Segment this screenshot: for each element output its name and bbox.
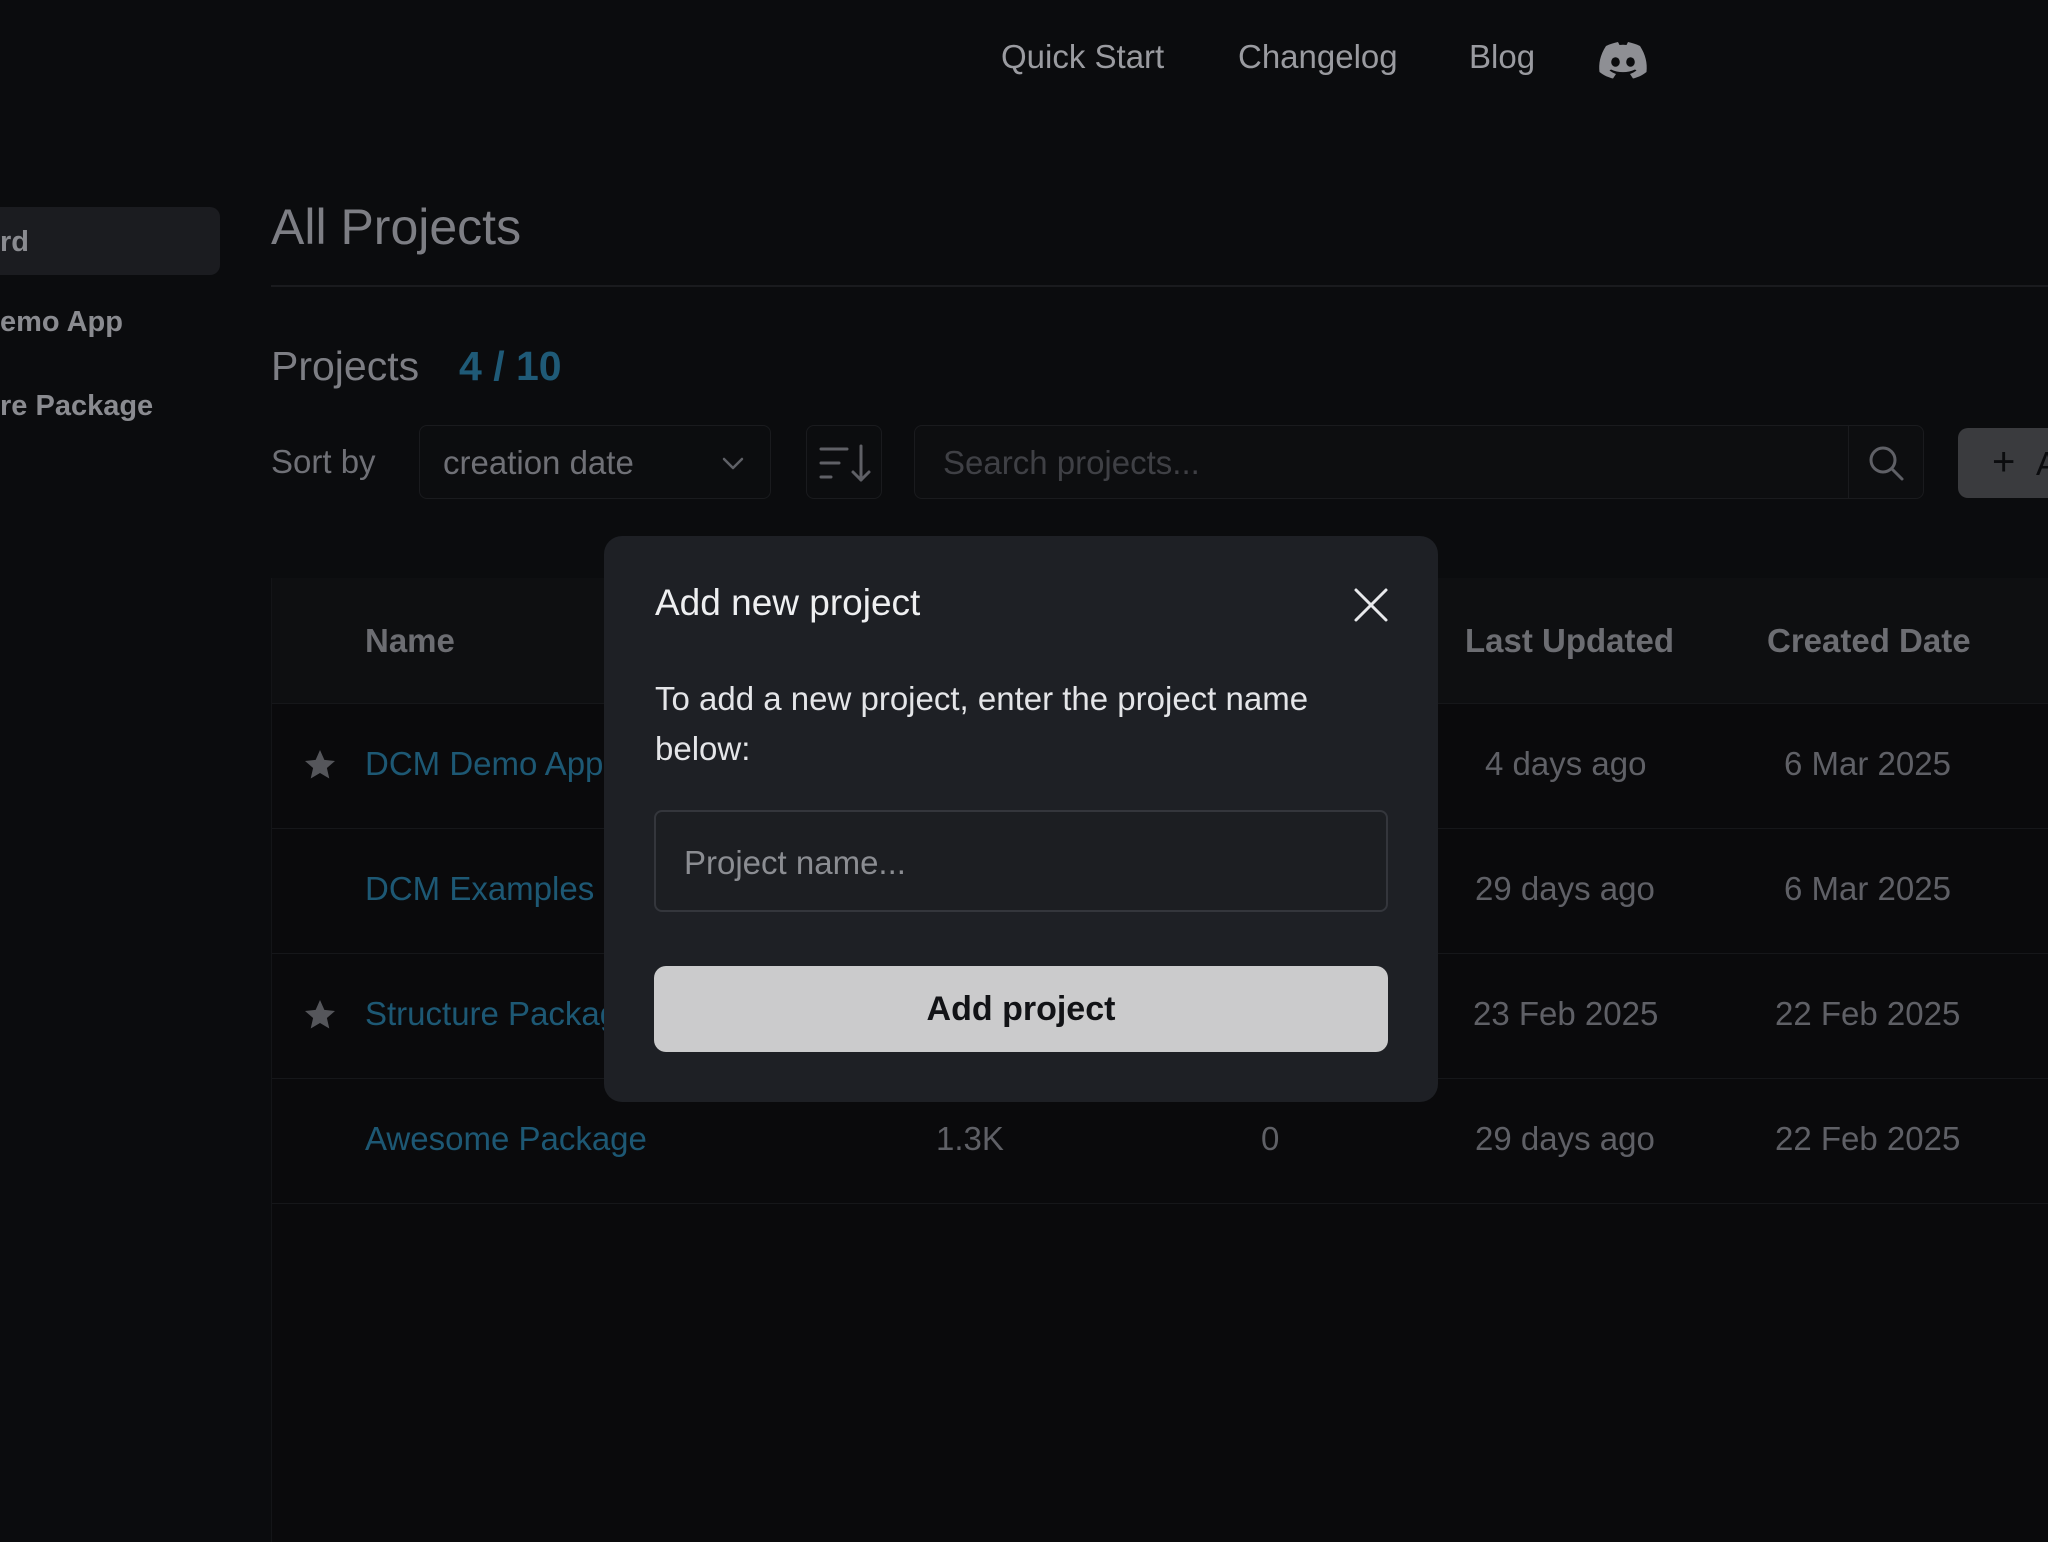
nav-link-changelog[interactable]: Changelog bbox=[1238, 38, 1398, 76]
created-date-cell: 6 Mar 2025 bbox=[1784, 870, 1951, 907]
last-updated-cell: 4 days ago bbox=[1485, 745, 1647, 782]
column-header-name[interactable]: Name bbox=[365, 622, 455, 660]
project-name-input[interactable] bbox=[682, 834, 1366, 892]
sort-descending-icon bbox=[819, 444, 871, 482]
modal-title: Add new project bbox=[655, 582, 921, 623]
nav-link-quick-start[interactable]: Quick Start bbox=[1001, 38, 1164, 76]
projects-label: Projects bbox=[271, 343, 420, 389]
chevron-down-icon bbox=[722, 457, 744, 470]
sidebar-item-package[interactable]: re Package bbox=[0, 390, 153, 423]
project-name-link[interactable]: Awesome Package bbox=[365, 1120, 647, 1158]
close-icon[interactable] bbox=[1346, 580, 1396, 630]
title-divider bbox=[271, 285, 2048, 287]
project-name-field bbox=[654, 810, 1388, 912]
top-nav: Quick Start Changelog Blog bbox=[0, 0, 2048, 122]
page-title: All Projects bbox=[271, 199, 522, 255]
add-project-button-label: A bbox=[2036, 445, 2048, 482]
stat-cell: 1.3K bbox=[936, 1120, 1004, 1157]
last-updated-cell: 29 days ago bbox=[1475, 870, 1655, 907]
created-date-cell: 22 Feb 2025 bbox=[1775, 995, 1961, 1032]
project-name-link[interactable]: DCM Examples bbox=[365, 870, 594, 908]
last-updated-cell: 29 days ago bbox=[1475, 1120, 1655, 1157]
app-window: Quick Start Changelog Blog rd emo App re… bbox=[0, 0, 2048, 1542]
stat-cell: 0 bbox=[1261, 1120, 1280, 1157]
search-icon[interactable] bbox=[1867, 444, 1905, 482]
sidebar-active-highlight bbox=[0, 207, 220, 275]
created-date-cell: 22 Feb 2025 bbox=[1775, 1120, 1961, 1157]
sort-label: Sort by bbox=[271, 443, 376, 480]
sidebar-item-demo-app[interactable]: emo App bbox=[0, 306, 123, 339]
star-icon[interactable] bbox=[302, 747, 338, 783]
projects-count: 4 / 10 bbox=[459, 343, 562, 389]
sidebar: rd emo App re Package bbox=[0, 0, 222, 1542]
search-input[interactable] bbox=[941, 436, 1825, 490]
sort-select[interactable]: creation date bbox=[419, 425, 771, 499]
last-updated-cell: 23 Feb 2025 bbox=[1473, 995, 1659, 1032]
project-name-link[interactable]: DCM Demo App bbox=[365, 745, 603, 783]
column-header-created-date[interactable]: Created Date bbox=[1767, 622, 1971, 660]
sort-select-value: creation date bbox=[443, 444, 634, 481]
project-name-link[interactable]: Structure Package bbox=[365, 995, 636, 1033]
column-header-last-updated[interactable]: Last Updated bbox=[1465, 622, 1674, 660]
search-divider bbox=[1848, 426, 1849, 498]
add-project-modal: Add new project To add a new project, en… bbox=[604, 536, 1438, 1102]
star-icon[interactable] bbox=[302, 997, 338, 1033]
sidebar-item-dashboard[interactable]: rd bbox=[0, 226, 29, 259]
add-project-button[interactable]: + A bbox=[1958, 428, 2048, 498]
plus-icon: + bbox=[1992, 440, 2016, 484]
sort-direction-button[interactable] bbox=[806, 425, 882, 499]
add-project-submit-button[interactable]: Add project bbox=[654, 966, 1388, 1052]
discord-icon[interactable] bbox=[1598, 40, 1648, 80]
created-date-cell: 6 Mar 2025 bbox=[1784, 745, 1951, 782]
modal-description: To add a new project, enter the project … bbox=[655, 680, 1309, 767]
nav-link-blog[interactable]: Blog bbox=[1469, 38, 1535, 76]
search-box bbox=[914, 425, 1924, 499]
